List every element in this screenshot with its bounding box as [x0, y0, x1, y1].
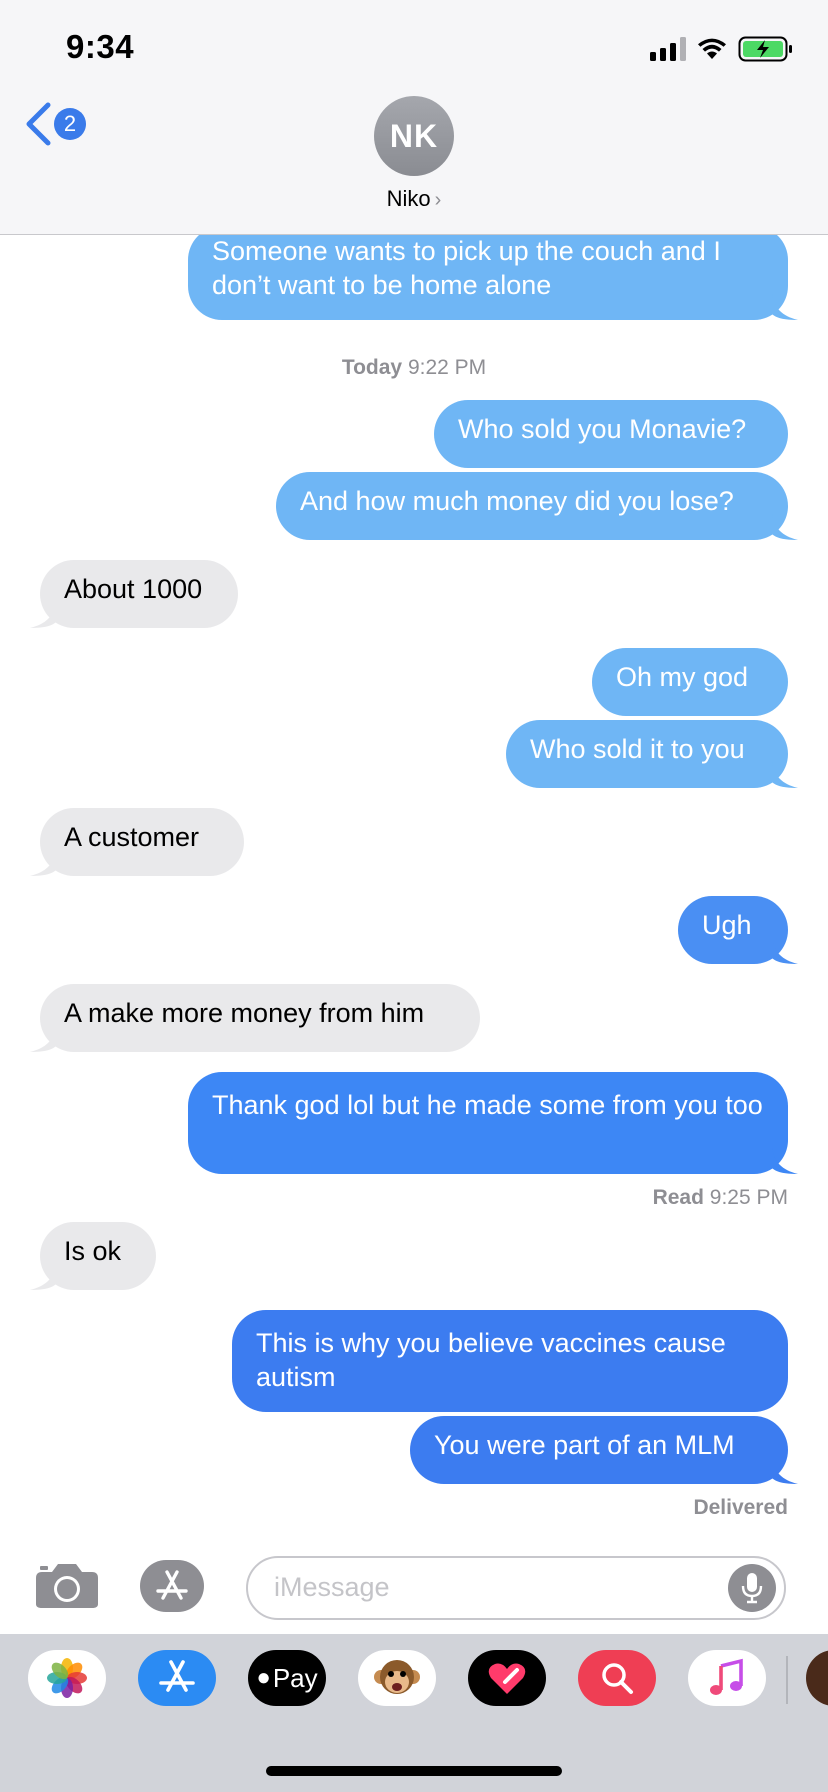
contact-name: Niko — [386, 186, 431, 211]
read-label: Read — [652, 1186, 704, 1209]
message-incoming[interactable]: A make more money from him — [40, 984, 480, 1052]
conversation-header: 9:34 2 NK Niko › — [0, 0, 828, 235]
timestamp-day: Today — [341, 356, 403, 379]
animoji-app-button[interactable] — [358, 1650, 436, 1706]
timestamp-time: 9:22 PM — [407, 356, 487, 379]
apple-logo-icon: ● — [256, 1664, 271, 1691]
more-app-button[interactable] — [806, 1650, 828, 1706]
photos-icon — [47, 1658, 87, 1698]
imessage-placeholder: iMessage — [274, 1572, 390, 1602]
message-incoming[interactable]: Is ok — [40, 1222, 156, 1290]
dictation-button[interactable] — [728, 1564, 776, 1612]
app-store-icon — [159, 1660, 195, 1692]
camera-icon — [36, 1564, 98, 1608]
cellular-signal-icon — [650, 37, 686, 61]
apple-pay-app-button[interactable]: ● Pay — [248, 1650, 326, 1706]
message-incoming[interactable]: A customer — [40, 808, 244, 876]
music-icon — [710, 1658, 743, 1695]
unread-badge: 2 — [54, 108, 86, 140]
imessage-input[interactable]: iMessage — [246, 1556, 786, 1620]
message-outgoing[interactable]: And how much money did you lose? — [276, 472, 788, 540]
drawer-divider — [786, 1656, 788, 1704]
wifi-icon — [698, 38, 726, 59]
message-outgoing[interactable]: You were part of an MLM — [410, 1416, 788, 1484]
message-outgoing[interactable]: This is why you believe vaccines cause a… — [232, 1310, 788, 1412]
app-store-button[interactable] — [140, 1560, 204, 1612]
home-indicator — [266, 1766, 562, 1776]
message-outgoing[interactable]: Ugh — [678, 896, 788, 964]
apple-pay-label: Pay — [272, 1662, 318, 1693]
status-icons — [650, 34, 794, 64]
contact-name-button[interactable]: Niko › — [0, 186, 828, 212]
microphone-icon — [741, 1573, 763, 1604]
message-input-area: iMessage — [0, 1530, 828, 1630]
chevron-left-icon — [26, 102, 51, 146]
back-button[interactable]: 2 — [24, 102, 86, 146]
music-app-button[interactable] — [688, 1650, 766, 1706]
app-store-app-button[interactable] — [138, 1650, 216, 1706]
read-time: 9:25 PM — [709, 1186, 788, 1209]
read-receipt: Read 9:25 PM — [653, 1186, 788, 1210]
contact-avatar[interactable]: NK — [374, 96, 454, 176]
digital-touch-icon — [488, 1663, 526, 1694]
message-outgoing[interactable]: Who sold you Monavie? — [434, 400, 788, 468]
app-store-icon — [156, 1570, 188, 1600]
message-outgoing[interactable]: Someone wants to pick up the couch and I… — [188, 226, 788, 320]
battery-charging-icon — [738, 36, 792, 62]
delivered-receipt: Delivered — [693, 1496, 788, 1519]
message-outgoing[interactable]: Oh my god — [592, 648, 788, 716]
images-app-button[interactable] — [578, 1650, 656, 1706]
message-incoming[interactable]: About 1000 — [40, 560, 238, 628]
message-outgoing[interactable]: Thank god lol but he made some from you … — [188, 1072, 788, 1174]
conversation-timestamp: Today 9:22 PM — [0, 356, 828, 380]
images-search-icon — [602, 1663, 633, 1694]
status-time: 9:34 — [66, 28, 135, 65]
chevron-right-icon: › — [434, 189, 442, 211]
photos-app-button[interactable] — [28, 1650, 106, 1706]
digital-touch-app-button[interactable] — [468, 1650, 546, 1706]
animoji-icon — [374, 1660, 420, 1694]
message-outgoing[interactable]: Who sold it to you — [506, 720, 788, 788]
camera-button[interactable] — [34, 1562, 100, 1615]
